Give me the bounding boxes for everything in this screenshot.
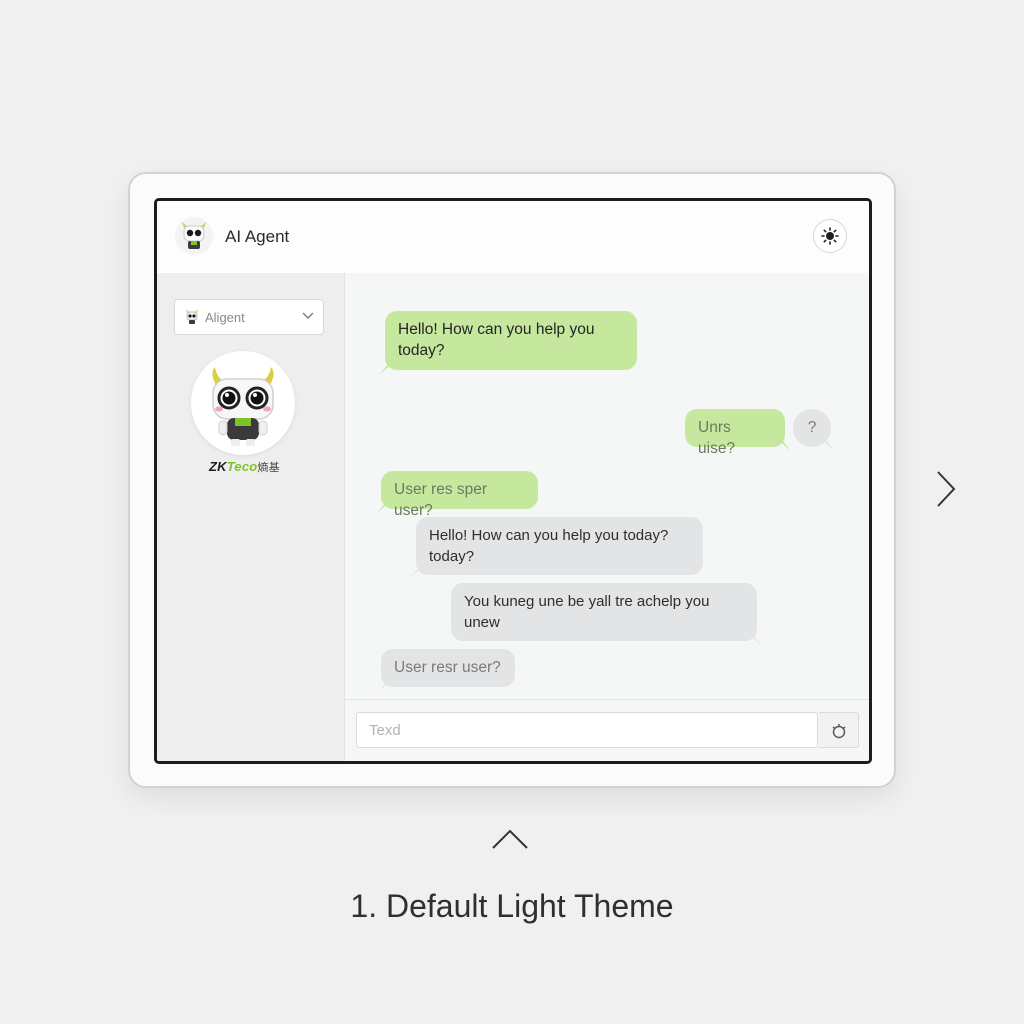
slide-caption: 1. Default Light Theme — [350, 888, 674, 924]
agent-select[interactable]: Aligent — [174, 299, 324, 335]
brand-logo: ZKTeco熵基 — [209, 459, 280, 474]
robot-mascot-icon — [186, 309, 198, 324]
theme-toggle-button[interactable] — [813, 219, 847, 253]
bubble-tail — [821, 439, 835, 451]
message-bubble: User resr user? — [381, 649, 515, 687]
message-bubble: Hello! How can you help you today? today… — [416, 517, 703, 575]
chevron-up-icon[interactable] — [491, 828, 529, 850]
robot-mascot-icon — [175, 217, 213, 255]
agent-avatar — [191, 351, 295, 455]
composer — [345, 699, 869, 761]
message-bubble: Hello! How can you help you today? — [385, 311, 637, 370]
chevron-right-icon[interactable] — [934, 470, 958, 508]
send-button[interactable] — [819, 712, 859, 748]
app-window: AI Agent Aligent ZKTeco熵基 Hello! How can… — [154, 198, 872, 764]
app-title: AI Agent — [225, 227, 290, 246]
sidebar: Aligent ZKTeco熵基 — [157, 273, 345, 761]
message-bubble: User res sper user? — [381, 471, 538, 519]
message-bubble: Unrs uise? — [685, 409, 785, 457]
gear-icon — [832, 724, 846, 739]
agent-select-value: Aligent — [205, 310, 245, 325]
message-input[interactable] — [356, 712, 818, 748]
app-header: AI Agent — [157, 201, 869, 274]
device-frame: AI Agent Aligent ZKTeco熵基 Hello! How can… — [128, 172, 896, 788]
message-bubble: You kuneg une be yall tre achelp you une… — [451, 583, 757, 641]
chevron-down-icon — [302, 312, 314, 319]
bubble-tail — [747, 633, 761, 645]
chat-panel: Hello! How can you help you today? Unrs … — [345, 273, 869, 761]
robot-mascot-icon — [212, 367, 274, 446]
sun-icon — [821, 227, 839, 245]
bubble-tail — [777, 439, 791, 451]
